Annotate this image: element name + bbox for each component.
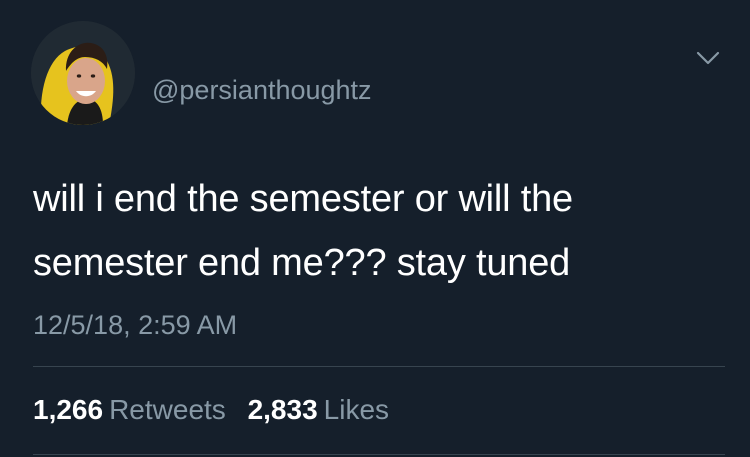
user-handle[interactable]: @persianthoughtz [152,72,372,108]
divider [33,454,725,455]
engagement-stats: 1,266 Retweets 2,833 Likes [33,392,403,428]
chevron-down-icon[interactable] [694,44,722,72]
retweets-label: Retweets [109,394,226,425]
likes-stat[interactable]: 2,833 Likes [248,392,389,428]
retweets-stat[interactable]: 1,266 Retweets [33,392,226,428]
retweets-count: 1,266 [33,394,104,425]
likes-count: 2,833 [247,394,318,425]
avatar[interactable] [31,21,135,125]
likes-label: Likes [323,394,390,425]
divider [33,366,725,367]
tweet-text: will i end the semester or will the seme… [33,178,573,284]
tweet-timestamp[interactable]: 12/5/18, 2:59 AM [33,307,237,343]
tweet-card: @persianthoughtz will i end the semester… [0,0,750,457]
avatar-photo [31,21,135,125]
